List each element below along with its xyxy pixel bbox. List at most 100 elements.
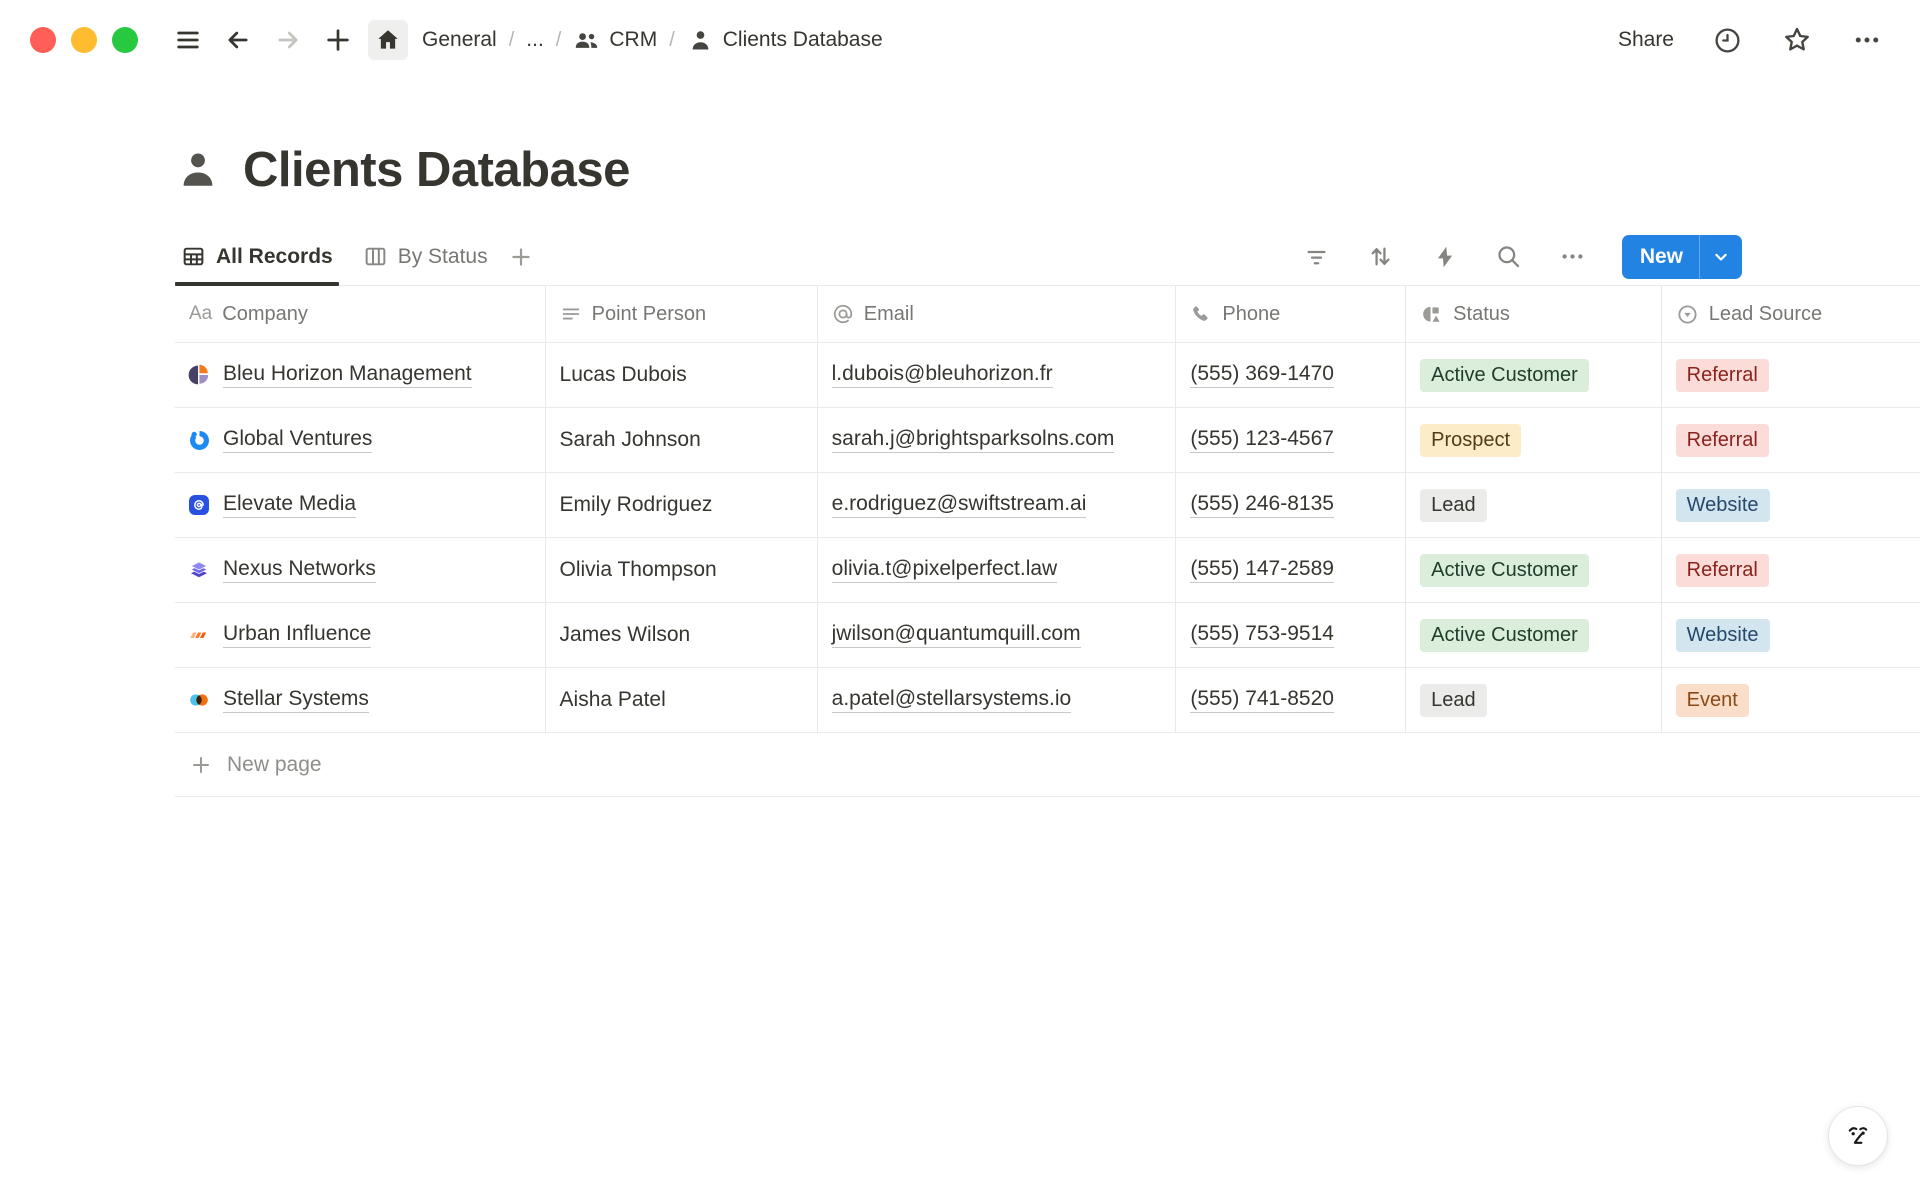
cell-lead-source[interactable]: Website [1662,473,1920,537]
cell-email[interactable]: sarah.j@brightsparksolns.com [818,408,1177,472]
home-icon[interactable] [368,20,408,60]
column-header-point-person[interactable]: Point Person [546,286,818,342]
cell-status[interactable]: Active Customer [1406,603,1662,667]
cell-point-person[interactable]: Sarah Johnson [546,408,818,472]
cell-status[interactable]: Lead [1406,473,1662,537]
table-row[interactable]: Nexus Networks Olivia Thompson olivia.t@… [175,538,1920,603]
column-header-company[interactable]: Aa Company [175,286,546,342]
sidebar-menu-icon[interactable] [168,20,208,60]
company-link[interactable]: Stellar Systems [223,687,369,713]
cell-email[interactable]: a.patel@stellarsystems.io [818,668,1177,732]
breadcrumb-collapsed[interactable]: ... [526,28,544,52]
new-tab-icon[interactable] [318,20,358,60]
phone-link[interactable]: (555) 753-9514 [1190,622,1334,648]
cell-email[interactable]: e.rodriguez@swiftstream.ai [818,473,1177,537]
lead-source-badge[interactable]: Referral [1676,359,1769,392]
column-header-lead-source[interactable]: Lead Source [1662,286,1920,342]
more-options-icon[interactable] [1850,23,1884,57]
email-link[interactable]: a.patel@stellarsystems.io [832,687,1072,713]
cell-company[interactable]: Urban Influence [175,603,546,667]
cell-point-person[interactable]: Aisha Patel [546,668,818,732]
sort-icon[interactable] [1364,240,1398,274]
cell-point-person[interactable]: Olivia Thompson [546,538,818,602]
back-icon[interactable] [218,20,258,60]
favorite-star-icon[interactable] [1780,23,1814,57]
breadcrumb-crm[interactable]: CRM [573,27,657,54]
notion-ai-button[interactable] [1828,1106,1888,1166]
share-button[interactable]: Share [1618,28,1674,52]
status-badge[interactable]: Lead [1420,684,1487,717]
cell-email[interactable]: l.dubois@bleuhorizon.fr [818,343,1177,407]
cell-company[interactable]: Elevate Media [175,473,546,537]
minimize-window-button[interactable] [71,27,97,53]
cell-phone[interactable]: (555) 123-4567 [1176,408,1406,472]
cell-status[interactable]: Prospect [1406,408,1662,472]
add-view-icon[interactable] [508,244,534,270]
cell-company[interactable]: Nexus Networks [175,538,546,602]
lead-source-badge[interactable]: Event [1676,684,1749,717]
table-row[interactable]: Bleu Horizon Management Lucas Dubois l.d… [175,343,1920,408]
search-icon[interactable] [1492,240,1526,274]
status-badge[interactable]: Prospect [1420,424,1521,457]
new-record-button[interactable]: New [1622,235,1742,279]
email-link[interactable]: sarah.j@brightsparksolns.com [832,427,1115,453]
email-link[interactable]: jwilson@quantumquill.com [832,622,1081,648]
table-row[interactable]: Global Ventures Sarah Johnson sarah.j@br… [175,408,1920,473]
new-page-row[interactable]: New page [175,733,1920,797]
status-badge[interactable]: Active Customer [1420,554,1589,587]
cell-phone[interactable]: (555) 753-9514 [1176,603,1406,667]
company-link[interactable]: Elevate Media [223,492,356,518]
cell-company[interactable]: Global Ventures [175,408,546,472]
cell-point-person[interactable]: Emily Rodriguez [546,473,818,537]
cell-lead-source[interactable]: Referral [1662,343,1920,407]
cell-email[interactable]: olivia.t@pixelperfect.law [818,538,1177,602]
status-badge[interactable]: Active Customer [1420,359,1589,392]
table-row[interactable]: Elevate Media Emily Rodriguez e.rodrigue… [175,473,1920,538]
cell-lead-source[interactable]: Website [1662,603,1920,667]
lead-source-badge[interactable]: Website [1676,489,1770,522]
new-record-dropdown[interactable] [1699,235,1742,279]
table-row[interactable]: Urban Influence James Wilson jwilson@qua… [175,603,1920,668]
phone-link[interactable]: (555) 369-1470 [1190,362,1334,388]
cell-phone[interactable]: (555) 369-1470 [1176,343,1406,407]
company-link[interactable]: Global Ventures [223,427,372,453]
column-header-email[interactable]: Email [818,286,1177,342]
lead-source-badge[interactable]: Referral [1676,554,1769,587]
forward-icon[interactable] [268,20,308,60]
cell-lead-source[interactable]: Event [1662,668,1920,732]
lead-source-badge[interactable]: Referral [1676,424,1769,457]
company-link[interactable]: Urban Influence [223,622,371,648]
cell-status[interactable]: Active Customer [1406,343,1662,407]
cell-company[interactable]: Stellar Systems [175,668,546,732]
breadcrumb-current-page[interactable]: Clients Database [687,27,883,54]
email-link[interactable]: e.rodriguez@swiftstream.ai [832,492,1087,518]
tab-by-status[interactable]: By Status [357,228,494,285]
close-window-button[interactable] [30,27,56,53]
page-title[interactable]: Clients Database [243,142,630,198]
status-badge[interactable]: Lead [1420,489,1487,522]
email-link[interactable]: l.dubois@bleuhorizon.fr [832,362,1053,388]
email-link[interactable]: olivia.t@pixelperfect.law [832,557,1058,583]
cell-point-person[interactable]: James Wilson [546,603,818,667]
automation-lightning-icon[interactable] [1428,240,1462,274]
phone-link[interactable]: (555) 123-4567 [1190,427,1334,453]
cell-lead-source[interactable]: Referral [1662,408,1920,472]
cell-status[interactable]: Lead [1406,668,1662,732]
cell-lead-source[interactable]: Referral [1662,538,1920,602]
updates-clock-icon[interactable] [1710,23,1744,57]
cell-status[interactable]: Active Customer [1406,538,1662,602]
column-header-phone[interactable]: Phone [1176,286,1406,342]
company-link[interactable]: Bleu Horizon Management [223,362,472,388]
column-header-status[interactable]: Status [1406,286,1662,342]
cell-email[interactable]: jwilson@quantumquill.com [818,603,1177,667]
cell-phone[interactable]: (555) 246-8135 [1176,473,1406,537]
phone-link[interactable]: (555) 147-2589 [1190,557,1334,583]
zoom-window-button[interactable] [112,27,138,53]
cell-phone[interactable]: (555) 147-2589 [1176,538,1406,602]
phone-link[interactable]: (555) 741-8520 [1190,687,1334,713]
status-badge[interactable]: Active Customer [1420,619,1589,652]
filter-icon[interactable] [1300,240,1334,274]
cell-company[interactable]: Bleu Horizon Management [175,343,546,407]
table-row[interactable]: Stellar Systems Aisha Patel a.patel@stel… [175,668,1920,733]
phone-link[interactable]: (555) 246-8135 [1190,492,1334,518]
